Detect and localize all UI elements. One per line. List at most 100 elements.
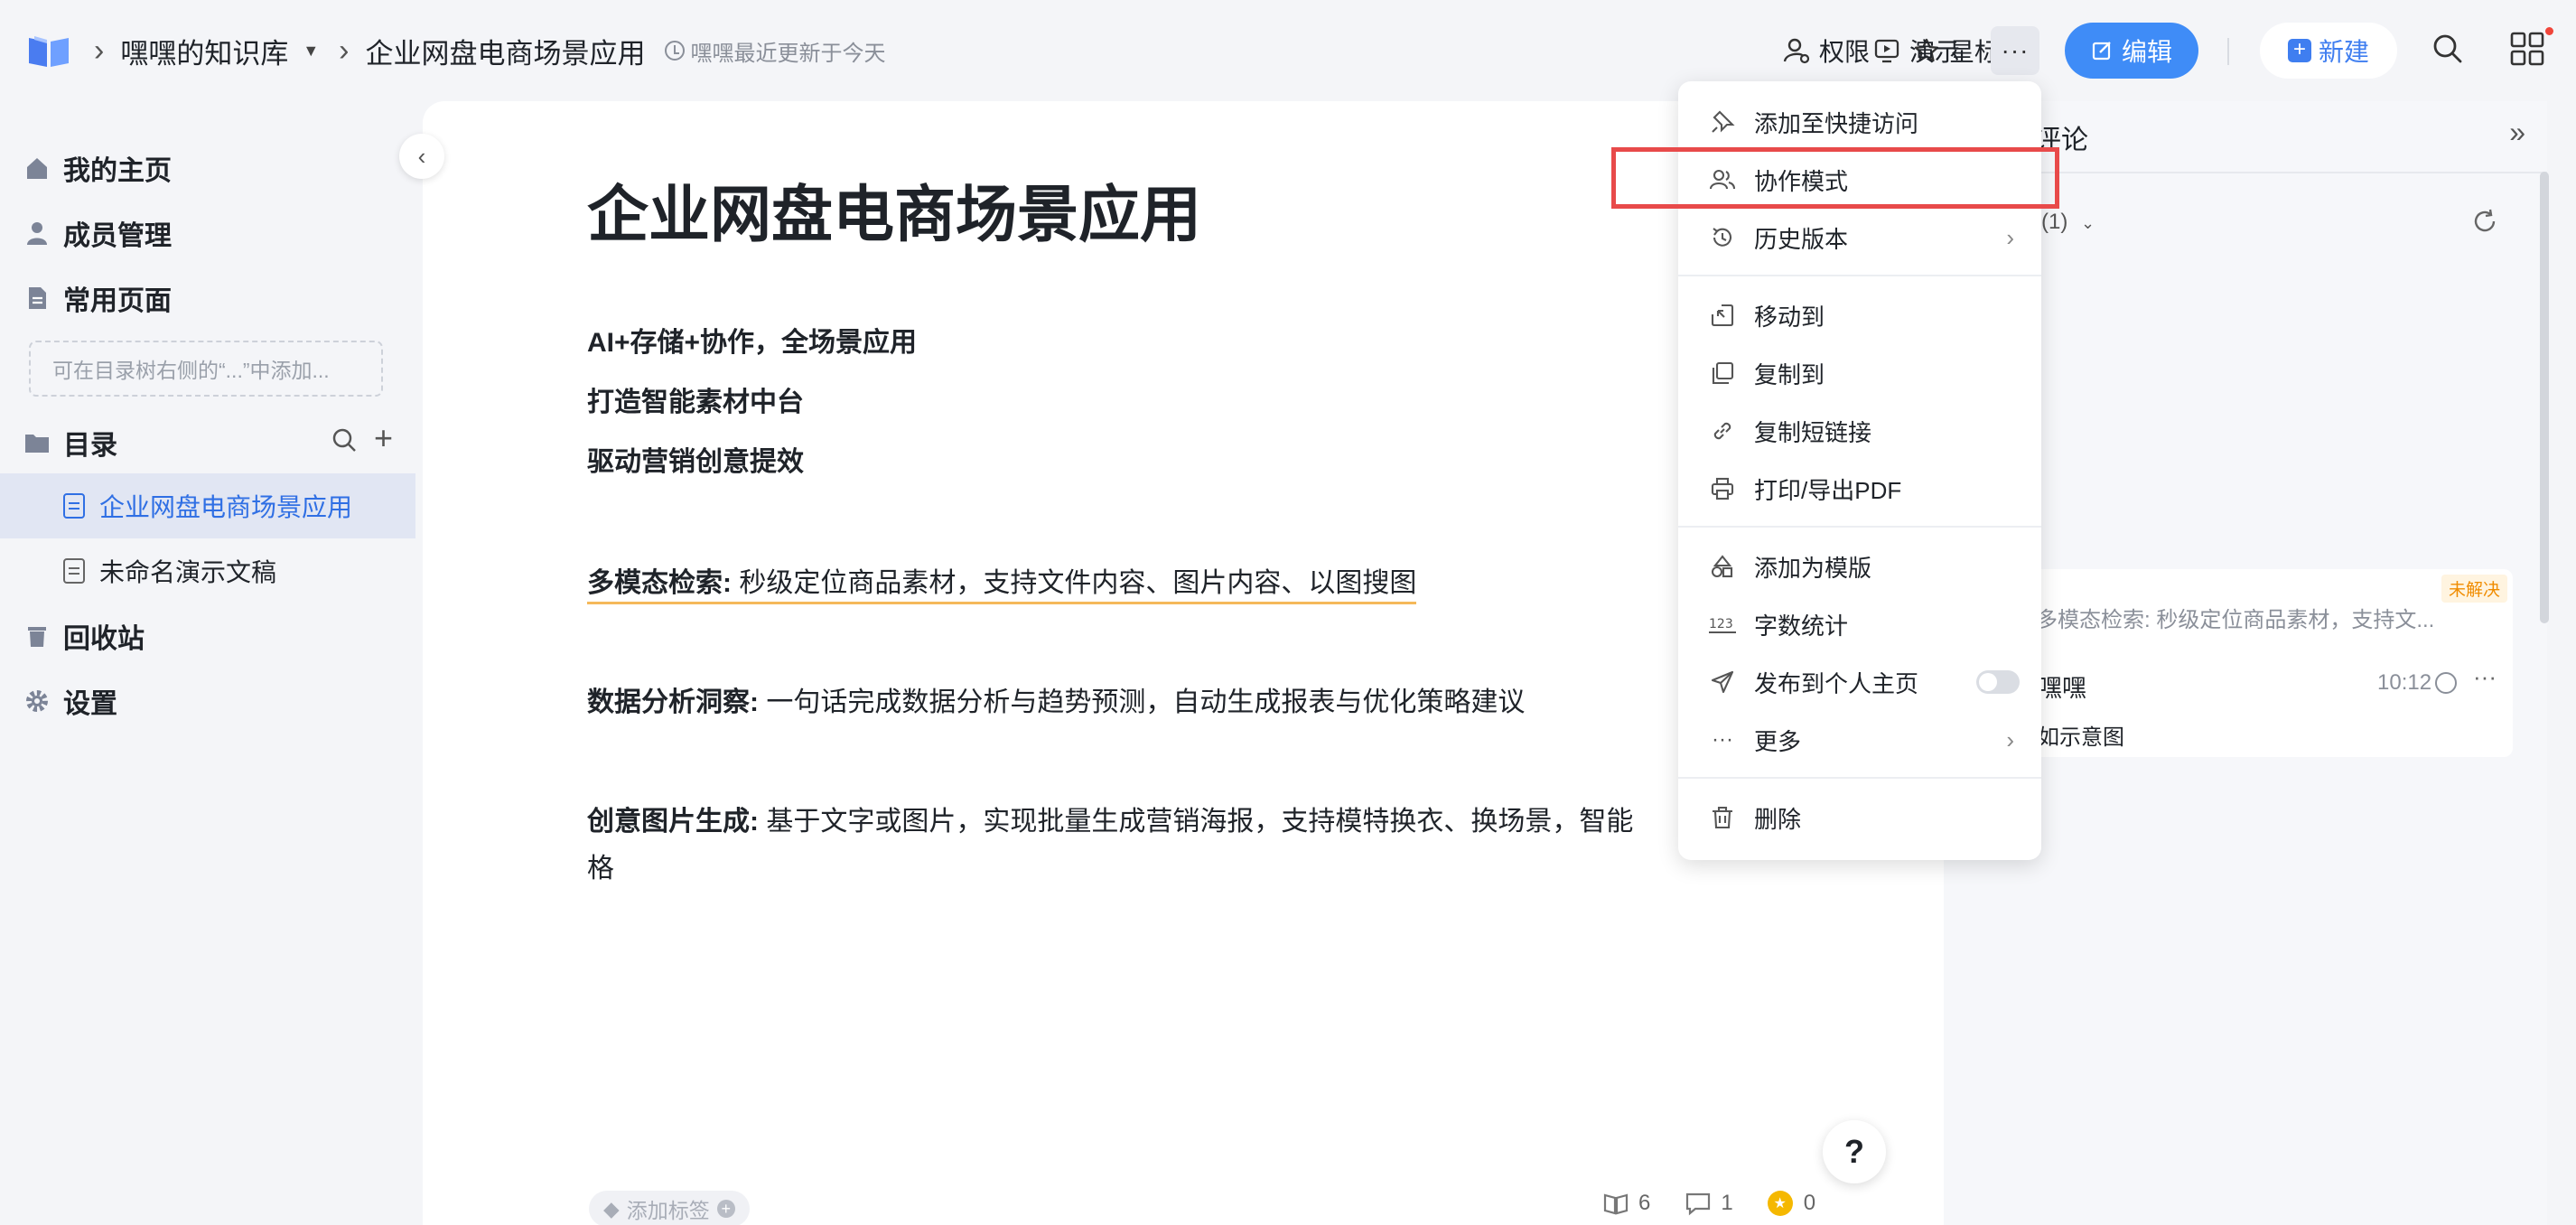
- menu-item-publish-homepage[interactable]: 发布到个人主页: [1678, 654, 2041, 710]
- permission-button[interactable]: 权限: [1783, 33, 1870, 69]
- menu-divider: [1678, 275, 2041, 276]
- document-icon: [23, 285, 51, 312]
- document-stats: 6 1 ★ 0: [1602, 1191, 1850, 1216]
- sidebar-item-home[interactable]: 我的主页: [23, 148, 172, 188]
- sidebar-item-members[interactable]: 成员管理: [23, 213, 172, 253]
- home-icon: [23, 154, 51, 182]
- document-line[interactable]: 打造智能素材中台: [587, 379, 804, 419]
- coins-count: 0: [1803, 1191, 1816, 1215]
- sidebar-item-common-pages[interactable]: 常用页面: [23, 278, 172, 318]
- new-label: 新建: [2318, 38, 2369, 66]
- chevron-right-icon: ›: [2006, 725, 2014, 753]
- caret-down-icon[interactable]: ▼: [303, 42, 319, 61]
- word-count-icon: 123: [1707, 609, 1738, 640]
- menu-item-copy-short-link[interactable]: 复制短链接: [1678, 403, 2041, 459]
- menu-item-label: 复制短链接: [1754, 418, 1872, 446]
- chevron-right-icon: ›: [2006, 223, 2014, 251]
- document-title[interactable]: 企业网盘电商场景应用: [587, 164, 1201, 254]
- scrollbar[interactable]: [2540, 172, 2549, 623]
- feature-line-image-gen[interactable]: 创意图片生成: 基于文字或图片，实现批量生成营销海报，支持模特换衣、换场景，智能: [587, 799, 1633, 838]
- menu-item-word-count[interactable]: 123 字数统计: [1678, 596, 2041, 652]
- last-updated-text: 嘿嘿最近更新于今天: [690, 41, 886, 66]
- menu-item-add-quick-access[interactable]: 添加至快捷访问: [1678, 94, 2041, 150]
- send-icon: [1707, 667, 1738, 697]
- tree-item-active-document[interactable]: 企业网盘电商场景应用: [0, 473, 415, 538]
- unresolved-badge: 未解决: [2441, 575, 2507, 603]
- new-button[interactable]: + 新建: [2260, 23, 2397, 79]
- presentation-icon: [63, 558, 85, 584]
- feature-line-continued[interactable]: 格: [587, 846, 614, 885]
- knowledge-base-logo-icon[interactable]: [25, 32, 74, 70]
- pin-icon: [1707, 107, 1738, 137]
- book-open-icon: [1603, 1193, 1629, 1215]
- menu-item-label: 移动到: [1754, 303, 1825, 331]
- document-icon: [63, 493, 85, 519]
- feature-text: 基于文字或图片，实现批量生成营销海报，支持模特换衣、换场景，智能: [759, 807, 1634, 837]
- comment-author: 嘿嘿: [2038, 675, 2086, 702]
- clock-icon: [665, 41, 686, 61]
- menu-item-label: 删除: [1754, 805, 1802, 833]
- double-chevron-right-icon[interactable]: »: [2509, 116, 2525, 149]
- commented-text[interactable]: 多模态检索: 秒级定位商品素材，支持文件内容、图片内容、以图搜图: [587, 568, 1417, 604]
- tree-item-presentation[interactable]: 未命名演示文稿: [0, 538, 415, 603]
- user-lock-icon: [1783, 38, 1810, 64]
- document-line[interactable]: AI+存储+协作，全场景应用: [587, 320, 917, 360]
- comment-quote: 多模态检索: 秒级定位商品素材，支持文...: [2036, 608, 2435, 632]
- menu-item-print-export[interactable]: 打印/导出PDF: [1678, 461, 2041, 517]
- emoji-reaction-icon[interactable]: [2435, 672, 2457, 694]
- menu-item-more[interactable]: ··· 更多 ›: [1678, 712, 2041, 768]
- breadcrumb-knowledge-base[interactable]: 嘿嘿的知识库: [120, 31, 288, 71]
- search-icon[interactable]: [2431, 33, 2464, 70]
- catalog-search-icon[interactable]: [331, 426, 358, 458]
- feature-line-multimodal[interactable]: 多模态检索: 秒级定位商品素材，支持文件内容、图片内容、以图搜图: [587, 560, 1417, 604]
- feature-line-analysis[interactable]: 数据分析洞察: 一句话完成数据分析与趋势预测，自动生成报表与优化策略建议: [587, 679, 1525, 719]
- catalog-add-icon[interactable]: +: [374, 422, 393, 454]
- present-action[interactable]: 演示: [1873, 33, 1960, 69]
- sidebar-item-trash[interactable]: 回收站: [23, 616, 145, 656]
- sidebar-item-catalog[interactable]: 目录: [23, 423, 117, 463]
- comment-count: (1): [2041, 210, 2068, 234]
- sidebar-item-label: 常用页面: [63, 286, 172, 316]
- folder-icon: [23, 429, 51, 456]
- add-tag-button[interactable]: ◆ 添加标签 +: [589, 1191, 750, 1225]
- menu-item-save-template[interactable]: 添加为模版: [1678, 538, 2041, 594]
- tree-item-label: 未命名演示文稿: [99, 558, 277, 586]
- breadcrumb-document[interactable]: 企业网盘电商场景应用: [365, 31, 645, 71]
- refresh-icon[interactable]: [2471, 208, 2498, 239]
- edit-button[interactable]: 编辑: [2065, 23, 2198, 79]
- chevron-right-icon: ›: [339, 33, 350, 68]
- menu-item-label: 更多: [1754, 727, 1802, 755]
- sidebar-item-settings[interactable]: 设置: [23, 681, 117, 721]
- present-screen-icon: [1874, 39, 1899, 63]
- menu-item-copy-to[interactable]: 复制到: [1678, 345, 2041, 401]
- comment-more-button[interactable]: ···: [2473, 663, 2497, 691]
- sidebar-item-label: 回收站: [63, 624, 145, 654]
- coin-icon: ★: [1767, 1191, 1793, 1216]
- collapse-sidebar-button[interactable]: ‹: [399, 134, 444, 179]
- more-options-button[interactable]: ···: [1991, 26, 2039, 75]
- more-dots-icon: ···: [1712, 727, 1733, 752]
- printer-icon: [1707, 473, 1738, 504]
- move-icon: [1707, 300, 1738, 331]
- history-icon: [1707, 222, 1738, 253]
- trash-icon: [1707, 802, 1738, 833]
- comments-stat[interactable]: 1: [1685, 1191, 1733, 1216]
- comments-count: 1: [1721, 1191, 1733, 1215]
- add-tag-label: 添加标签: [626, 1199, 710, 1222]
- menu-item-history[interactable]: 历史版本 ›: [1678, 210, 2041, 266]
- menu-item-move-to[interactable]: 移动到: [1678, 287, 2041, 343]
- document-line[interactable]: 驱动营销创意提效: [587, 439, 804, 479]
- feature-label: 数据分析洞察:: [587, 687, 759, 717]
- comment-card[interactable]: 未解决 多模态检索: 秒级定位商品素材，支持文... 嘿嘿 10:12 ··· …: [2021, 569, 2513, 757]
- link-icon: [1707, 416, 1738, 446]
- help-button[interactable]: ?: [1823, 1120, 1886, 1183]
- publish-toggle[interactable]: [1976, 670, 2020, 694]
- apps-grid-icon[interactable]: [2509, 31, 2545, 71]
- feature-label: 创意图片生成:: [587, 807, 759, 837]
- svg-text:123: 123: [1709, 617, 1733, 631]
- coins-stat[interactable]: ★ 0: [1767, 1191, 1816, 1216]
- plus-circle-icon: +: [716, 1200, 735, 1218]
- comment-filter[interactable]: (1) ⌄: [2041, 210, 2095, 235]
- comment-body: 如示意图: [2038, 725, 2124, 750]
- menu-item-delete[interactable]: 删除: [1678, 790, 2041, 846]
